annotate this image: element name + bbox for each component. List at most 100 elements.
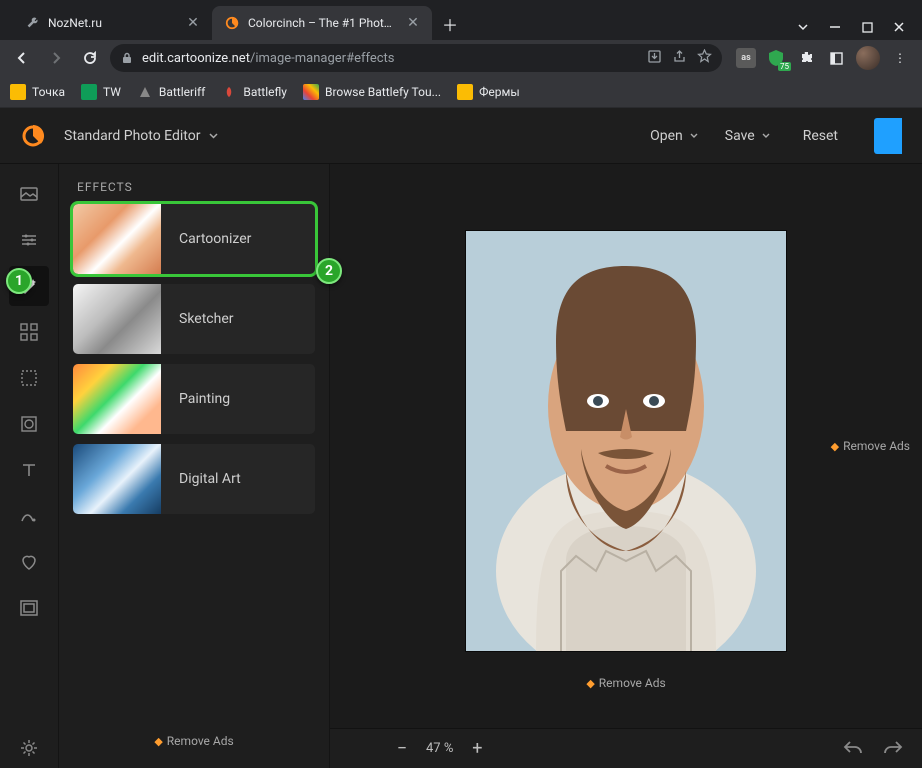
redo-button[interactable] [882, 738, 904, 760]
rail-overlays-icon[interactable] [9, 312, 49, 352]
wrench-icon [24, 15, 40, 31]
primary-action-button[interactable] [874, 118, 902, 154]
mode-label: Standard Photo Editor [64, 128, 200, 144]
lock-icon [120, 52, 134, 64]
annotation-badge-1: 1 [6, 268, 32, 294]
effect-item-sketcher[interactable]: Sketcher [73, 284, 315, 354]
tab-title: NozNet.ru [48, 16, 178, 30]
chevron-down-icon [689, 131, 699, 141]
zoom-out-button[interactable]: − [390, 737, 414, 761]
extension-adblock-icon[interactable]: 75 [766, 48, 786, 68]
effect-thumbnail [73, 444, 161, 514]
battlefly-icon [221, 84, 237, 100]
bookmarks-bar: Точка TW Battleriff Battlefly Browse Bat… [0, 76, 922, 108]
window-controls [796, 20, 922, 40]
bookmark-item[interactable]: Battleriff [137, 84, 205, 100]
share-icon[interactable] [672, 49, 687, 68]
undo-button[interactable] [842, 738, 864, 760]
browser-tab-inactive[interactable]: NozNet.ru ✕ [12, 6, 212, 40]
canvas-area: ◆Remove Ads ◆Remove Ads − 47 % + [330, 164, 922, 768]
effect-label: Digital Art [161, 471, 241, 487]
bookmark-star-icon[interactable] [697, 49, 712, 68]
open-button[interactable]: Open [646, 122, 703, 150]
app-favicon-icon [224, 15, 240, 31]
install-app-icon[interactable] [647, 49, 662, 68]
tool-rail [0, 164, 58, 768]
battlefy-icon [303, 84, 319, 100]
reading-list-icon[interactable] [826, 48, 846, 68]
app-root: Standard Photo Editor Open Save Reset [0, 108, 922, 768]
chevron-down-icon [761, 131, 771, 141]
back-button[interactable] [8, 44, 36, 72]
reset-button[interactable]: Reset [793, 122, 848, 150]
remove-ads-link[interactable]: ◆Remove Ads [59, 718, 329, 768]
rail-settings-icon[interactable] [9, 728, 49, 768]
minimize-icon[interactable] [828, 20, 842, 34]
effect-item-cartoonizer[interactable]: Cartoonizer [73, 204, 315, 274]
bottom-bar: − 47 % + [330, 728, 922, 768]
rail-adjust-icon[interactable] [9, 220, 49, 260]
address-bar[interactable]: edit.cartoonize.net/image-manager#effect… [110, 44, 722, 72]
effect-thumbnail [73, 204, 161, 274]
history-controls [842, 738, 922, 760]
zoom-value: 47 % [426, 741, 453, 756]
diamond-icon: ◆ [154, 735, 162, 748]
remove-ads-link[interactable]: ◆Remove Ads [831, 439, 910, 453]
canvas-viewport[interactable]: ◆Remove Ads ◆Remove Ads [330, 164, 922, 728]
bookmark-item[interactable]: Battlefly [221, 84, 287, 100]
canvas-photo[interactable] [466, 231, 786, 651]
browser-tab-active[interactable]: Colorcinch – The #1 Photo Editor ✕ [212, 6, 432, 40]
tab-title: Colorcinch – The #1 Photo Editor [248, 16, 398, 30]
app-body: EFFECTS Cartoonizer Sketcher Painting Di… [0, 164, 922, 768]
bookmark-item[interactable]: Browse Battlefy Tou... [303, 84, 441, 100]
battleriff-icon [137, 84, 153, 100]
annotation-badge-2: 2 [316, 258, 342, 284]
diamond-icon: ◆ [831, 440, 839, 453]
effect-thumbnail [73, 364, 161, 434]
save-button[interactable]: Save [721, 122, 775, 150]
close-icon[interactable]: ✕ [406, 16, 420, 30]
panel-title: EFFECTS [59, 164, 329, 204]
effect-thumbnail [73, 284, 161, 354]
effect-item-digital-art[interactable]: Digital Art [73, 444, 315, 514]
folder-icon [457, 84, 473, 100]
app-logo-icon [20, 123, 46, 149]
new-tab-button[interactable]: ＋ [436, 10, 464, 38]
profile-avatar[interactable] [856, 46, 880, 70]
chrome-menu-icon[interactable]: ⋮ [890, 48, 910, 68]
effects-list: Cartoonizer Sketcher Painting Digital Ar… [59, 204, 329, 514]
extension-lastfm-icon[interactable]: as [736, 48, 756, 68]
effects-panel: EFFECTS Cartoonizer Sketcher Painting Di… [58, 164, 330, 768]
diamond-icon: ◆ [586, 677, 594, 690]
bookmark-item[interactable]: Фермы [457, 84, 520, 100]
rail-text-icon[interactable] [9, 450, 49, 490]
effect-label: Painting [161, 391, 230, 407]
maximize-icon[interactable] [860, 20, 874, 34]
bookmark-item[interactable]: TW [81, 84, 121, 100]
zoom-in-button[interactable]: + [465, 737, 489, 761]
zoom-controls: − 47 % + [390, 737, 489, 761]
extensions-area: as 75 ⋮ [728, 46, 914, 70]
rail-heart-icon[interactable] [9, 542, 49, 582]
app-header: Standard Photo Editor Open Save Reset [0, 108, 922, 164]
bookmark-item[interactable]: Точка [10, 84, 65, 100]
remove-ads-link[interactable]: ◆Remove Ads [586, 676, 665, 690]
reload-button[interactable] [76, 44, 104, 72]
rail-image-icon[interactable] [9, 174, 49, 214]
rail-vignette-icon[interactable] [9, 404, 49, 444]
close-icon[interactable]: ✕ [186, 16, 200, 30]
rail-draw-icon[interactable] [9, 496, 49, 536]
browser-titlebar: NozNet.ru ✕ Colorcinch – The #1 Photo Ed… [0, 0, 922, 40]
rail-frames-icon[interactable] [9, 588, 49, 628]
mode-selector[interactable]: Standard Photo Editor [64, 128, 219, 144]
close-window-icon[interactable] [892, 20, 906, 34]
forward-button[interactable] [42, 44, 70, 72]
chevron-down-icon [208, 130, 219, 141]
extensions-puzzle-icon[interactable] [796, 48, 816, 68]
url-text: edit.cartoonize.net/image-manager#effect… [142, 51, 639, 66]
browser-toolbar: edit.cartoonize.net/image-manager#effect… [0, 40, 922, 76]
rail-mask-icon[interactable] [9, 358, 49, 398]
chevron-down-icon[interactable] [796, 20, 810, 34]
effect-item-painting[interactable]: Painting [73, 364, 315, 434]
folder-icon [10, 84, 26, 100]
